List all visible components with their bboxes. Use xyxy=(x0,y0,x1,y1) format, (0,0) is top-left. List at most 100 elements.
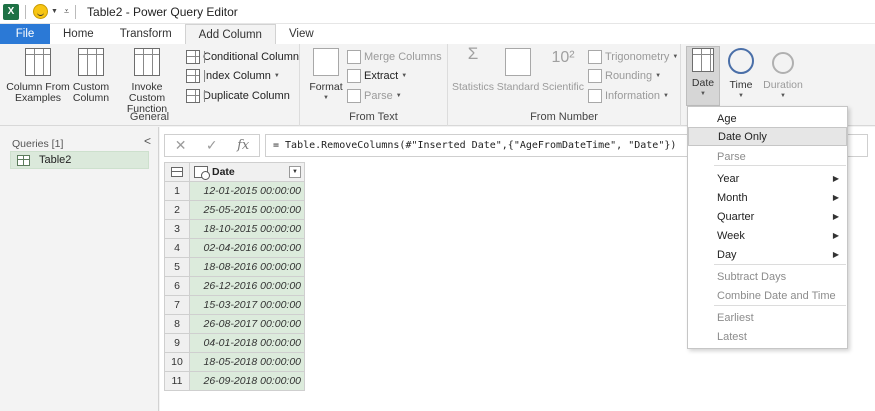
table-row[interactable]: 9 04-01-2018 00:00:00 xyxy=(164,333,305,353)
date-cell[interactable]: 04-01-2018 00:00:00 xyxy=(189,333,305,353)
smiley-dropdown-icon[interactable]: ▼ xyxy=(51,8,58,15)
rounding-dropdown-icon[interactable]: ▼ xyxy=(655,73,661,79)
cancel-icon[interactable]: ✕ xyxy=(175,137,187,154)
table-row[interactable]: 8 26-08-2017 00:00:00 xyxy=(164,314,305,334)
menu-item-month[interactable]: Month ▶ xyxy=(688,188,847,207)
queries-header[interactable]: Queries [1] xyxy=(12,138,63,150)
row-number[interactable]: 9 xyxy=(164,333,190,353)
table-row[interactable]: 10 18-05-2018 00:00:00 xyxy=(164,352,305,372)
date-cell[interactable]: 18-05-2018 00:00:00 xyxy=(189,352,305,372)
date-cell[interactable]: 26-09-2018 00:00:00 xyxy=(189,371,305,391)
date-button[interactable]: Date ▼ xyxy=(686,48,720,100)
time-button[interactable]: Time ▼ xyxy=(724,48,758,102)
date-cell[interactable]: 02-04-2016 00:00:00 xyxy=(189,238,305,258)
custom-column-button[interactable]: Custom Column xyxy=(72,48,110,104)
extract-dropdown-icon[interactable]: ▼ xyxy=(401,73,407,79)
feedback-smiley-icon[interactable] xyxy=(33,4,48,19)
column-from-examples-button[interactable]: Column From Examples xyxy=(6,48,70,104)
date-cell[interactable]: 18-08-2016 00:00:00 xyxy=(189,257,305,277)
table-row[interactable]: 4 02-04-2016 00:00:00 xyxy=(164,238,305,258)
group-label-general: General xyxy=(129,111,170,123)
table-row[interactable]: 6 26-12-2016 00:00:00 xyxy=(164,276,305,296)
information-dropdown-icon[interactable]: ▼ xyxy=(663,93,669,99)
row-number[interactable]: 3 xyxy=(164,219,190,239)
duration-label: Duration xyxy=(763,79,803,91)
time-dropdown-icon[interactable]: ▼ xyxy=(738,91,744,102)
queries-pane: Queries [1] < Table2 xyxy=(0,127,159,411)
tab-home[interactable]: Home xyxy=(50,24,107,44)
trigonometry-button[interactable]: Trigonometry ▼ xyxy=(588,50,678,64)
standard-button[interactable]: Standard xyxy=(496,48,540,93)
merge-columns-button[interactable]: Merge Columns xyxy=(347,50,442,64)
tab-transform[interactable]: Transform xyxy=(107,24,185,44)
row-number[interactable]: 11 xyxy=(164,371,190,391)
menu-item-quarter[interactable]: Quarter ▶ xyxy=(688,207,847,226)
menu-item-week[interactable]: Week ▶ xyxy=(688,226,847,245)
menu-item-latest[interactable]: Latest xyxy=(688,327,847,346)
duplicate-column-button[interactable]: Duplicate Column xyxy=(186,89,290,103)
format-dropdown-icon[interactable]: ▼ xyxy=(323,93,329,104)
menu-item-label: Quarter xyxy=(717,210,755,223)
row-number[interactable]: 10 xyxy=(164,352,190,372)
table-row[interactable]: 3 18-10-2015 00:00:00 xyxy=(164,219,305,239)
menu-item-label: Date Only xyxy=(718,130,767,143)
column-filter-dropdown-icon[interactable]: ▼ xyxy=(289,166,301,178)
table-row[interactable]: 7 15-03-2017 00:00:00 xyxy=(164,295,305,315)
menu-item-combine-date-and-time[interactable]: Combine Date and Time xyxy=(688,286,847,305)
table-menu-button[interactable] xyxy=(164,162,190,182)
index-column-dropdown-icon[interactable]: ▼ xyxy=(274,73,280,79)
custom-column-label: Custom Column xyxy=(72,81,110,104)
tab-file[interactable]: File xyxy=(0,24,50,44)
extract-button[interactable]: Extract ▼ xyxy=(347,69,407,83)
table-row[interactable]: 5 18-08-2016 00:00:00 xyxy=(164,257,305,277)
datetime-type-icon[interactable] xyxy=(194,166,210,180)
row-number[interactable]: 5 xyxy=(164,257,190,277)
table-row[interactable]: 11 26-09-2018 00:00:00 xyxy=(164,371,305,391)
rounding-button[interactable]: Rounding ▼ xyxy=(588,69,661,83)
scientific-button[interactable]: 10² Scientific xyxy=(541,48,585,93)
menu-item-year[interactable]: Year ▶ xyxy=(688,169,847,188)
tab-view[interactable]: View xyxy=(276,24,327,44)
row-number[interactable]: 2 xyxy=(164,200,190,220)
collapse-pane-icon[interactable]: < xyxy=(144,134,151,148)
menu-item-day[interactable]: Day ▶ xyxy=(688,245,847,264)
row-number[interactable]: 6 xyxy=(164,276,190,296)
tab-add-column[interactable]: Add Column xyxy=(184,24,276,44)
invoke-custom-function-button[interactable]: Invoke Custom Function xyxy=(112,48,182,115)
date-cell[interactable]: 15-03-2017 00:00:00 xyxy=(189,295,305,315)
parse-button[interactable]: Parse ▼ xyxy=(347,89,402,103)
duration-dropdown-icon[interactable]: ▼ xyxy=(780,91,786,102)
table-row[interactable]: 1 12-01-2015 00:00:00 xyxy=(164,181,305,201)
date-cell[interactable]: 26-12-2016 00:00:00 xyxy=(189,276,305,296)
duration-button[interactable]: Duration ▼ xyxy=(760,48,806,102)
date-cell[interactable]: 25-05-2015 00:00:00 xyxy=(189,200,305,220)
confirm-icon[interactable]: ✓ xyxy=(206,137,218,154)
date-cell[interactable]: 12-01-2015 00:00:00 xyxy=(189,181,305,201)
row-number[interactable]: 7 xyxy=(164,295,190,315)
fx-icon[interactable]: fx xyxy=(237,138,249,153)
index-column-button[interactable]: Index Column ▼ xyxy=(186,69,280,83)
format-button[interactable]: Format ▼ xyxy=(308,48,344,104)
table-row[interactable]: 2 25-05-2015 00:00:00 xyxy=(164,200,305,220)
conditional-column-button[interactable]: Conditional Column xyxy=(186,50,299,64)
date-cell[interactable]: 26-08-2017 00:00:00 xyxy=(189,314,305,334)
column-header-date[interactable]: Date ▼ xyxy=(189,162,305,182)
menu-item-age[interactable]: Age xyxy=(688,109,847,128)
menu-item-date-only[interactable]: Date Only xyxy=(688,127,847,146)
trigonometry-dropdown-icon[interactable]: ▼ xyxy=(672,54,678,60)
quick-access-toolbar-dropdown-icon[interactable]: ⩡ xyxy=(64,6,69,17)
statistics-button[interactable]: Σ Statistics xyxy=(451,45,495,93)
scientific-label: Scientific xyxy=(541,81,584,93)
menu-item-parse[interactable]: Parse xyxy=(688,147,847,166)
row-number[interactable]: 1 xyxy=(164,181,190,201)
information-button[interactable]: Information ▼ xyxy=(588,89,669,103)
row-number[interactable]: 4 xyxy=(164,238,190,258)
date-cell[interactable]: 18-10-2015 00:00:00 xyxy=(189,219,305,239)
query-item-table2[interactable]: Table2 xyxy=(10,151,149,169)
submenu-arrow-icon: ▶ xyxy=(832,250,839,259)
row-number[interactable]: 8 xyxy=(164,314,190,334)
menu-item-earliest[interactable]: Earliest xyxy=(688,308,847,327)
date-dropdown-icon[interactable]: ▼ xyxy=(700,89,706,100)
menu-item-subtract-days[interactable]: Subtract Days xyxy=(688,267,847,286)
parse-dropdown-icon[interactable]: ▼ xyxy=(396,93,402,99)
